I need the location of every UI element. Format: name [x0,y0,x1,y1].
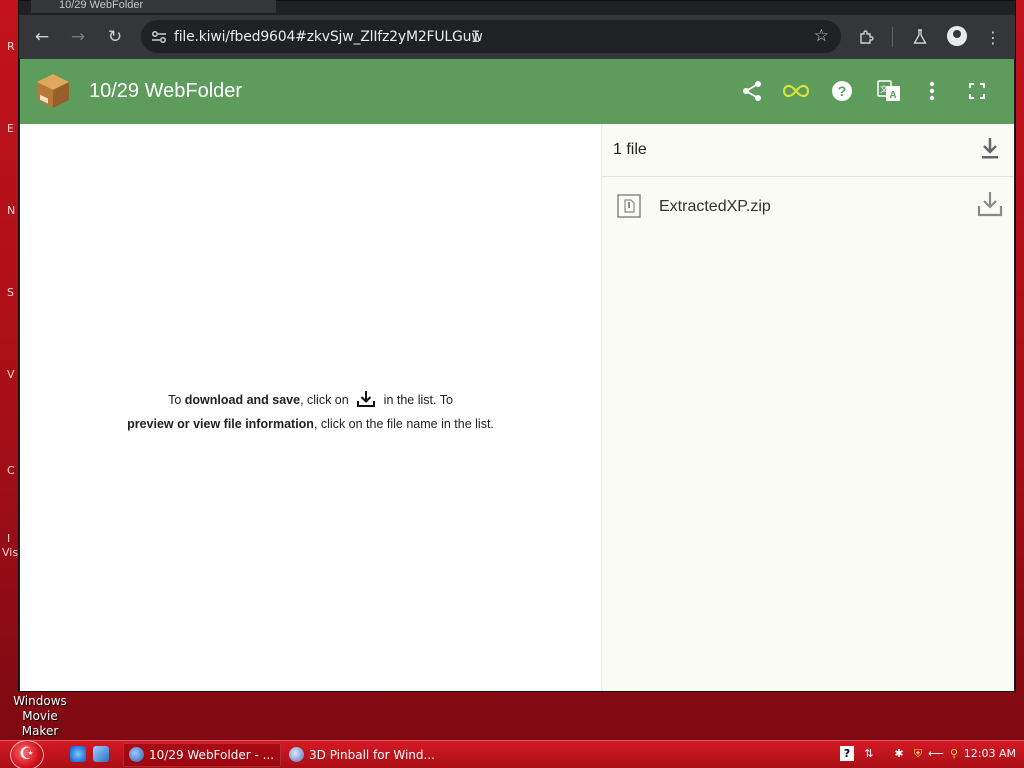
share-icon[interactable] [739,78,765,104]
more-vert-icon[interactable] [919,78,945,104]
desktop-icon-label-fragment: I [7,532,11,545]
desktop-icon-label-fragment: Vis [2,546,19,559]
browser-window: 10/29 WebFolder ← → ↻ file.kiwi/fbed9604… [18,0,1016,692]
list-item[interactable]: ExtractedXP.zip [602,178,1014,230]
svg-text:A: A [889,90,896,101]
toolbar-separator [892,27,893,47]
svg-text:?: ? [838,83,847,99]
desktop-icon-label-fragment: N [7,204,16,217]
box-logo-icon [34,72,72,110]
internet-explorer-icon[interactable] [70,746,86,762]
show-desktop-icon[interactable] [93,746,109,762]
star-icon[interactable]: ☆ [814,26,829,46]
reload-icon[interactable]: ↻ [101,23,129,51]
back-arrow-icon[interactable]: ← [28,23,56,51]
help-tray-icon[interactable]: ? [840,746,854,761]
app-title: 10/29 WebFolder [89,80,243,102]
file-count: 1 file [613,141,647,158]
site-info-icon[interactable] [149,27,169,47]
tab-strip: 10/29 WebFolder [19,0,1015,15]
network-tray-icon[interactable]: ⇅ [862,746,876,761]
profile-icon[interactable] [947,26,967,46]
desktop-icon-movie-maker[interactable]: Windows Movie Maker [4,694,76,739]
desktop-icon-label-fragment: E [7,122,14,135]
file-name-link[interactable]: ExtractedXP.zip [659,198,771,216]
download-all-icon[interactable] [978,136,1002,162]
hint-text: , click on [300,393,353,407]
web-page: 10/29 WebFolder ? A 文 To download and sa… [20,59,1014,691]
taskbar-button-pinball[interactable]: 3D Pinball for Wind... [283,743,443,767]
download-icon[interactable] [976,190,1004,218]
desktop-icon-label-fragment: V [7,368,15,381]
desktop-icon-label-fragment: R [7,40,15,53]
file-list-header: 1 file [602,124,1014,177]
shield-icon[interactable]: ⛨ [911,746,925,761]
start-button[interactable] [10,740,44,768]
translate-icon[interactable]: A 文 [876,78,902,104]
taskbar-button-browser[interactable]: 10/29 WebFolder - ... [123,743,281,767]
hint-text: , click on the file name in the list. [313,417,494,431]
forward-arrow-icon[interactable]: → [64,23,92,51]
hint-text: To [168,393,185,407]
infinity-icon[interactable] [783,78,809,104]
taskbar-button-label: 10/29 WebFolder - ... [149,748,275,762]
chrome-icon [129,747,144,762]
desktop-icon-label-fragment: S [7,286,14,299]
download-icon [356,390,376,414]
preview-pane: To download and save, click on in the li… [20,124,601,691]
search-icon[interactable]: ⚲ [947,746,961,761]
address-bar[interactable]: file.kiwi/fbed9604#zkvSjw_ZlIfz2yM2FULGu… [141,20,841,53]
hint-bold-download: download and save [184,393,301,407]
system-clock[interactable]: 12:03 AM [964,747,1016,760]
hint-bold-preview: preview or view file information [127,417,314,431]
fullscreen-icon[interactable] [964,78,990,104]
taskbar: 10/29 WebFolder - ... 3D Pinball for Win… [0,740,1024,768]
taskbar-button-label: 3D Pinball for Wind... [309,748,435,762]
tab-title: 10/29 WebFolder [59,0,144,11]
settings-tray-icon[interactable]: ✱ [892,746,906,761]
puzzle-icon[interactable] [854,23,880,51]
hint-text: in the list. To [380,393,453,407]
kebab-menu-icon[interactable]: ⋮ [980,23,1006,51]
browser-toolbar: ← → ↻ file.kiwi/fbed9604#zkvSjw_ZlIfz2yM… [19,15,1015,59]
help-icon[interactable]: ? [829,78,855,104]
zip-file-icon [617,194,641,218]
instructions-text: To download and save, click on in the li… [20,390,601,434]
desktop-icon-label-fragment: C [7,464,15,477]
svg-text:文: 文 [880,84,888,94]
volume-tray-icon[interactable]: ⟵ [928,746,944,761]
flask-icon[interactable] [907,23,933,51]
url-text[interactable]: file.kiwi/fbed9604#zkvSjw_ZlIfz2yM2FULGu… [174,29,483,45]
browser-tab[interactable]: 10/29 WebFolder [31,0,276,13]
text-cursor: I [471,27,481,46]
app-header: 10/29 WebFolder ? A 文 [20,59,1014,124]
pinball-icon [289,747,304,762]
file-list-pane: 1 file ExtractedXP.zip [601,124,1014,691]
